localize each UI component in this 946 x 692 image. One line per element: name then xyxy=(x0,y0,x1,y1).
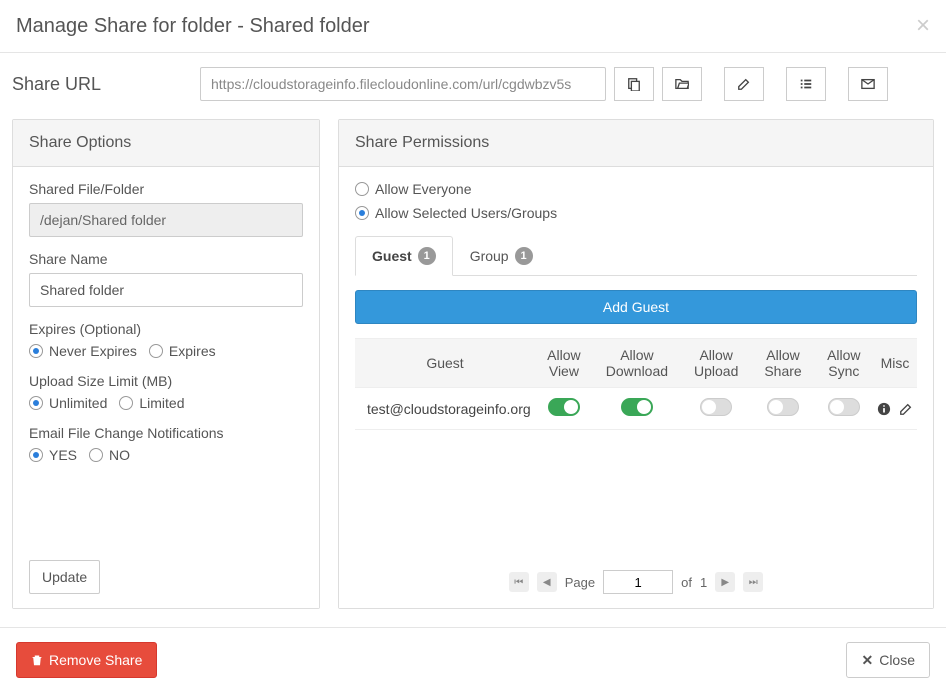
radio-expires[interactable]: Expires xyxy=(149,343,216,359)
tab-badge: 1 xyxy=(418,247,436,265)
radio-allow-everyone[interactable]: Allow Everyone xyxy=(355,181,917,197)
radio-no[interactable]: NO xyxy=(89,447,130,463)
toggle-allow-view[interactable] xyxy=(548,398,580,416)
radio-allow-selected[interactable]: Allow Selected Users/Groups xyxy=(355,205,917,221)
radio-yes[interactable]: YES xyxy=(29,447,77,463)
folder-open-icon xyxy=(675,77,689,91)
share-url-input[interactable] xyxy=(200,67,606,101)
radio-limited[interactable]: Limited xyxy=(119,395,184,411)
col-share: Allow Share xyxy=(751,339,814,388)
pager-total: 1 xyxy=(700,575,707,590)
mail-button[interactable] xyxy=(848,67,888,101)
radio-text: Allow Selected Users/Groups xyxy=(375,205,557,221)
guest-email: test@cloudstorageinfo.org xyxy=(355,388,535,430)
permission-tabs: Guest 1 Group 1 xyxy=(355,235,917,276)
radio-icon xyxy=(149,344,163,358)
col-sync: Allow Sync xyxy=(815,339,873,388)
tab-guest[interactable]: Guest 1 xyxy=(355,236,453,276)
email-notif-label: Email File Change Notifications xyxy=(29,425,303,441)
pager-current-input[interactable] xyxy=(603,570,673,594)
open-folder-button[interactable] xyxy=(662,67,702,101)
table-row: test@cloudstorageinfo.org xyxy=(355,388,917,430)
pager: ⏮ ◀ Page of 1 ▶ ⏭ xyxy=(355,430,917,594)
radio-icon xyxy=(355,182,369,196)
toggle-allow-share[interactable] xyxy=(767,398,799,416)
radio-text: Unlimited xyxy=(49,395,107,411)
pencil-icon xyxy=(737,77,751,91)
pager-first[interactable]: ⏮ xyxy=(509,572,529,592)
share-permissions-panel: Share Permissions Allow Everyone Allow S… xyxy=(338,119,934,609)
share-url-row: Share URL xyxy=(0,53,946,119)
share-name-label: Share Name xyxy=(29,251,303,267)
radio-icon xyxy=(355,206,369,220)
info-icon[interactable] xyxy=(877,402,891,416)
pager-of-label: of xyxy=(681,575,692,590)
radio-icon xyxy=(29,448,43,462)
radio-text: Never Expires xyxy=(49,343,137,359)
permissions-table: Guest Allow View Allow Download Allow Up… xyxy=(355,338,917,430)
share-name-input[interactable] xyxy=(29,273,303,307)
share-url-label: Share URL xyxy=(12,74,192,95)
col-download: Allow Download xyxy=(593,339,681,388)
radio-text: Limited xyxy=(139,395,184,411)
tab-badge: 1 xyxy=(515,247,533,265)
col-guest: Guest xyxy=(355,339,535,388)
col-misc: Misc xyxy=(873,339,917,388)
tab-group[interactable]: Group 1 xyxy=(453,236,550,276)
edit-row-icon[interactable] xyxy=(899,402,913,416)
modal-title: Manage Share for folder - Shared folder xyxy=(16,15,370,38)
close-icon[interactable]: × xyxy=(916,12,930,40)
share-options-heading: Share Options xyxy=(13,120,319,167)
radio-text: YES xyxy=(49,447,77,463)
modal-footer: Remove Share ✕ Close xyxy=(0,627,946,692)
radio-icon xyxy=(89,448,103,462)
copy-url-button[interactable] xyxy=(614,67,654,101)
trash-icon xyxy=(31,654,43,666)
radio-unlimited[interactable]: Unlimited xyxy=(29,395,107,411)
share-options-panel: Share Options Shared File/Folder Share N… xyxy=(12,119,320,609)
col-view: Allow View xyxy=(535,339,593,388)
radio-text: Allow Everyone xyxy=(375,181,472,197)
edit-url-button[interactable] xyxy=(724,67,764,101)
update-button[interactable]: Update xyxy=(29,560,100,594)
col-upload: Allow Upload xyxy=(681,339,751,388)
radio-icon xyxy=(119,396,133,410)
upload-limit-label: Upload Size Limit (MB) xyxy=(29,373,303,389)
radio-text: NO xyxy=(109,447,130,463)
add-guest-button[interactable]: Add Guest xyxy=(355,290,917,324)
close-button[interactable]: ✕ Close xyxy=(846,642,930,678)
remove-share-label: Remove Share xyxy=(49,652,142,668)
tab-label: Group xyxy=(470,248,509,264)
toggle-allow-sync[interactable] xyxy=(828,398,860,416)
pager-page-label: Page xyxy=(565,575,595,590)
shared-file-input xyxy=(29,203,303,237)
close-label: Close xyxy=(879,652,915,668)
modal-header: Manage Share for folder - Shared folder … xyxy=(0,0,946,53)
tab-label: Guest xyxy=(372,248,412,264)
share-permissions-heading: Share Permissions xyxy=(339,120,933,167)
toggle-allow-upload[interactable] xyxy=(700,398,732,416)
toggle-allow-download[interactable] xyxy=(621,398,653,416)
remove-share-button[interactable]: Remove Share xyxy=(16,642,157,678)
radio-icon xyxy=(29,344,43,358)
radio-never-expires[interactable]: Never Expires xyxy=(29,343,137,359)
pager-next[interactable]: ▶ xyxy=(715,572,735,592)
pager-last[interactable]: ⏭ xyxy=(743,572,763,592)
shared-file-label: Shared File/Folder xyxy=(29,181,303,197)
copy-icon xyxy=(627,77,641,91)
pager-prev[interactable]: ◀ xyxy=(537,572,557,592)
list-icon xyxy=(799,77,813,91)
list-button[interactable] xyxy=(786,67,826,101)
radio-icon xyxy=(29,396,43,410)
radio-text: Expires xyxy=(169,343,216,359)
envelope-icon xyxy=(861,77,875,91)
expires-label: Expires (Optional) xyxy=(29,321,303,337)
